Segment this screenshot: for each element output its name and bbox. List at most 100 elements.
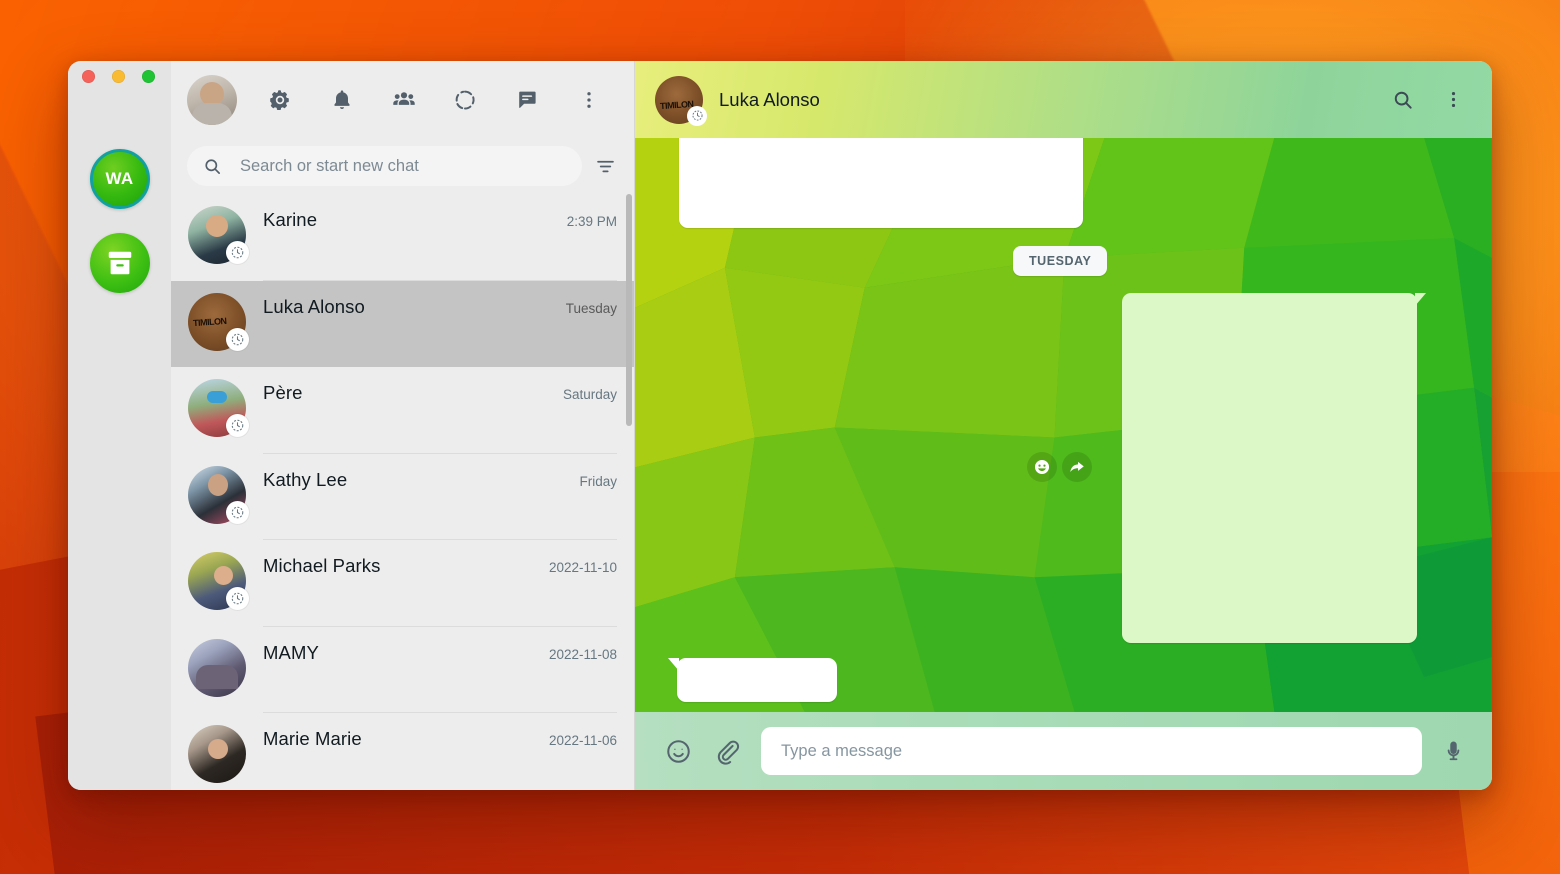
new-chat-button[interactable]	[512, 85, 542, 115]
message-input-wrap[interactable]	[761, 727, 1422, 775]
chat-name: Père	[263, 382, 303, 403]
chat-row-top: Karine 2:39 PM	[263, 209, 617, 231]
chat-list[interactable]: Karine 2:39 PM Luka Alonso Tuesday Père Satur…	[171, 194, 634, 790]
avatar-status-badge	[226, 587, 249, 610]
chat-list-panel: Karine 2:39 PM Luka Alonso Tuesday Père Satur…	[171, 61, 635, 790]
conversation-avatar-wrap[interactable]	[655, 75, 707, 126]
avatar-wrap	[188, 379, 249, 437]
disappearing-messages-icon	[231, 419, 244, 432]
conversation-menu-button[interactable]	[1436, 83, 1470, 117]
settings-gear-icon	[270, 89, 289, 110]
filter-chats-button[interactable]	[592, 153, 618, 179]
smiley-icon	[666, 739, 690, 763]
chat-row-body: Marie Marie 2022-11-06	[263, 713, 634, 790]
avatar	[188, 725, 246, 783]
profile-avatar[interactable]	[187, 74, 237, 125]
avatar-wrap	[188, 465, 249, 524]
chat-row-top: Marie Marie 2022-11-06	[263, 728, 617, 750]
status-button[interactable]	[450, 85, 480, 115]
search-row	[171, 138, 634, 194]
message-bubble-incoming[interactable]	[679, 138, 1083, 228]
message-list: TUESDAY	[635, 138, 1492, 712]
avatar-photo	[188, 725, 246, 783]
chat-list-item[interactable]: Marie Marie 2022-11-06	[171, 713, 634, 790]
chat-list-toolbar	[171, 61, 634, 138]
message-hover-actions	[1027, 452, 1092, 482]
status-ring-icon	[456, 90, 475, 110]
chat-timestamp: Friday	[579, 473, 617, 489]
chat-timestamp: 2:39 PM	[566, 214, 617, 229]
app-badge-label: WA	[105, 169, 134, 188]
chat-list-item[interactable]: Michael Parks 2022-11-10	[171, 540, 634, 627]
maximize-window-button[interactable]	[142, 70, 155, 83]
voice-record-button[interactable]	[1436, 734, 1470, 768]
avatar-status-badge	[226, 241, 249, 264]
settings-gear-button[interactable]	[265, 85, 295, 115]
chat-timestamp: Saturday	[562, 387, 617, 402]
toolbar-icon-group	[237, 85, 620, 115]
conversation-panel: Luka Alonso	[635, 61, 1492, 790]
message-bubble-incoming[interactable]	[668, 658, 837, 702]
chat-timestamp: 2022-11-10	[548, 560, 617, 575]
smiley-icon	[1034, 459, 1050, 475]
forward-arrow-icon	[1070, 461, 1084, 473]
chat-row-body: MAMY 2022-11-08	[263, 627, 634, 714]
avatar-photo	[188, 638, 246, 697]
chat-row-body: Père Saturday	[263, 367, 634, 454]
conversation-search-button[interactable]	[1386, 83, 1420, 117]
chat-name: MAMY	[263, 641, 319, 663]
search-box[interactable]	[187, 146, 582, 186]
avatar-wrap	[188, 206, 249, 264]
search-icon	[1394, 91, 1412, 109]
avatar-status-badge	[226, 500, 249, 524]
communities-button[interactable]	[389, 85, 419, 115]
app-badge-whatsapp[interactable]: WA	[89, 149, 150, 209]
search-input[interactable]	[240, 156, 566, 176]
chat-list-menu-button[interactable]	[574, 85, 604, 115]
forward-message-button[interactable]	[1062, 452, 1092, 482]
disappearing-messages-icon	[691, 110, 703, 121]
chat-row-body: Michael Parks 2022-11-10	[263, 540, 634, 627]
disappearing-messages-icon	[231, 506, 244, 518]
archived-chats-button[interactable]	[89, 233, 150, 293]
paperclip-icon	[717, 740, 739, 765]
chat-list-item[interactable]: Kathy Lee Friday	[171, 453, 634, 541]
message-composer	[635, 712, 1492, 790]
chat-timestamp: 2022-11-08	[548, 646, 617, 662]
microphone-icon	[1447, 741, 1459, 760]
date-divider: TUESDAY	[1013, 246, 1108, 276]
search-icon	[205, 158, 220, 174]
new-chat-bubble-icon	[519, 91, 536, 108]
minimize-window-button[interactable]	[112, 70, 125, 83]
disappearing-messages-icon	[231, 592, 244, 605]
message-input[interactable]	[781, 741, 1402, 761]
emoji-picker-button[interactable]	[661, 734, 695, 768]
avatar-wrap	[188, 638, 246, 697]
chat-list-item[interactable]: Luka Alonso Tuesday	[171, 280, 634, 367]
close-window-button[interactable]	[82, 70, 95, 83]
chat-list-item[interactable]: Père Saturday	[171, 367, 634, 454]
chat-row-body: Kathy Lee Friday	[263, 454, 634, 541]
avatar-status-badge	[687, 105, 707, 126]
avatar	[188, 638, 246, 697]
chat-list-scrollbar[interactable]	[626, 194, 632, 426]
disappearing-messages-icon	[231, 333, 244, 345]
chat-name: Marie Marie	[263, 728, 362, 749]
chat-row-body: Karine 2:39 PM	[263, 194, 634, 281]
chat-row-top: Kathy Lee Friday	[263, 469, 617, 491]
chat-list-item[interactable]: Karine 2:39 PM	[171, 194, 634, 281]
notifications-bell-icon	[334, 89, 350, 109]
chat-timestamp: Tuesday	[565, 300, 617, 316]
chat-row-top: Michael Parks 2022-11-10	[263, 555, 617, 577]
chat-list-item[interactable]: MAMY 2022-11-08	[171, 626, 634, 714]
conversation-body[interactable]: TUESDAY	[635, 138, 1492, 712]
chat-name: Luka Alonso	[263, 295, 365, 317]
message-bubble-outgoing[interactable]	[1122, 293, 1426, 643]
chat-row-top: Père Saturday	[263, 382, 617, 404]
avatar-status-badge	[226, 327, 249, 351]
left-rail: WA	[68, 61, 171, 790]
attach-button[interactable]	[709, 734, 743, 768]
communities-people-icon	[392, 91, 415, 105]
react-emoji-button[interactable]	[1027, 452, 1057, 482]
notifications-button[interactable]	[327, 85, 357, 115]
